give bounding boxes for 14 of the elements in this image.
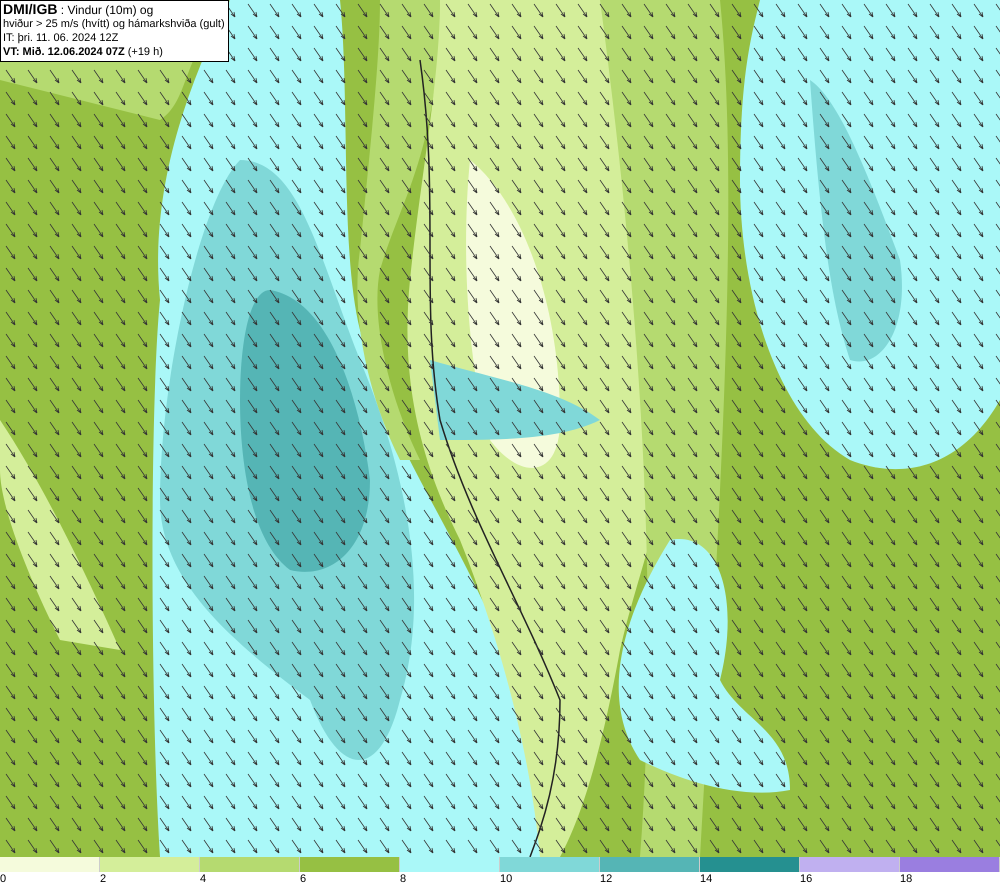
legend-label: 6 xyxy=(300,872,306,886)
legend-label: 18 xyxy=(900,872,912,886)
legend-label: 4 xyxy=(200,872,206,886)
legend-label: 14 xyxy=(700,872,712,886)
legend-label: 16 xyxy=(800,872,812,886)
map-title-line: DMI/IGB : Vindur (10m) og xyxy=(3,2,154,17)
map-title-line: VT: Mið. 12.06.2024 07Z (+19 h) xyxy=(3,45,164,59)
legend-label: 0 xyxy=(0,872,6,886)
legend-label: 10 xyxy=(500,872,512,886)
map-title-line: hviður > 25 m/s (hvítt) og hámarkshviða (gult) xyxy=(3,17,225,31)
map-title-line: IT: þri. 11. 06. 2024 12Z xyxy=(3,31,120,45)
legend-label: 8 xyxy=(400,872,406,886)
legend-label: 12 xyxy=(600,872,612,886)
legend-label: 2 xyxy=(100,872,106,886)
